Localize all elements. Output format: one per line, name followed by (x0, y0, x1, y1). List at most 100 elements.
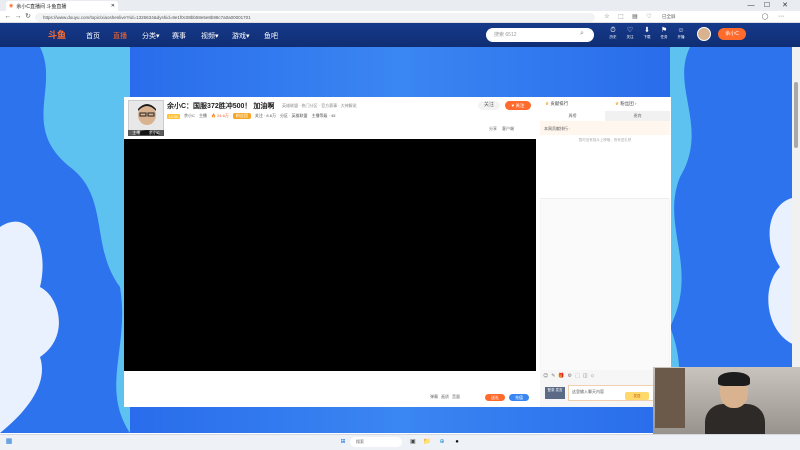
nav-home[interactable]: 首页 (86, 31, 100, 41)
room-title: 余小C：国服372胜冲500！ 加油啊 (167, 103, 275, 110)
tab-rank-label: 贡献排行 (550, 101, 569, 106)
history-label: 历史 (609, 35, 617, 39)
follow-nav-button[interactable]: ♡ 关注 (623, 26, 637, 40)
tab-top-label: 粉丝团 › (620, 101, 637, 106)
chat-toolbar: 😊 ✎ 🎁 ⚙ ⬚ ◫ ⬦ (543, 373, 594, 379)
emoji-icon[interactable]: 😊 (543, 373, 548, 379)
recharge-button[interactable]: 充值 (509, 394, 529, 401)
nav-category[interactable]: 分类▾ (142, 31, 160, 41)
video-player[interactable] (124, 139, 536, 371)
guard-row: 本周贡献排行 · (540, 121, 670, 135)
favorites-icon[interactable]: ♡ (644, 12, 654, 22)
history-button[interactable]: ⏱ 历史 (606, 26, 620, 40)
meta-zone[interactable]: 分区 · 英雄联盟 (280, 113, 308, 119)
back-button[interactable]: ← (3, 12, 13, 22)
volume-toggle[interactable]: 音量 (452, 394, 460, 400)
player-bottom-bar (124, 371, 536, 407)
follow-count: 关注 (478, 101, 500, 110)
taskbar-search[interactable]: 搜索 (350, 437, 402, 447)
subtab-vip[interactable]: 贵宾 (605, 111, 670, 121)
broadcast-label: 开播 (677, 35, 685, 39)
share-button[interactable]: 分享 (489, 126, 497, 132)
douyu-logo[interactable]: 斗鱼 (48, 28, 66, 41)
gift-icon[interactable]: 🎁 (558, 373, 564, 379)
player-controls: 弹幕 画质 音量 (430, 394, 460, 400)
send-gift-button[interactable]: 送礼 (485, 394, 505, 401)
meta-role: 主播 (198, 113, 207, 118)
scrollbar-thumb[interactable] (794, 82, 798, 148)
room-tools: 分享 客户端 (489, 126, 514, 132)
widgets-icon[interactable]: ▦ (4, 437, 14, 447)
follow-nav-label: 关注 (626, 35, 634, 39)
profile-icon[interactable]: ◯ (760, 12, 770, 22)
menu-icon[interactable]: ⋯ (776, 12, 786, 22)
nav-events[interactable]: 赛事 (172, 31, 186, 41)
follow-button[interactable]: ♥ 关注 (505, 101, 531, 110)
download-label: 下载 (643, 35, 651, 39)
rank-subtabs: 周榜 贵宾 (540, 111, 670, 121)
level-chip: LV30 (167, 113, 181, 119)
nav-games[interactable]: 游戏▾ (232, 31, 250, 41)
user-avatar[interactable] (697, 27, 711, 41)
empty-rank-tip: 暂时没有观众上榜哦，快来送礼吧 (578, 138, 632, 142)
task-button[interactable]: ⚑ 任务 (657, 26, 671, 40)
avatar-label-bar: 主播 余小C (128, 130, 164, 136)
chat-messages[interactable] (541, 198, 669, 370)
download-icon: ⬇ (644, 27, 650, 34)
quality-toggle[interactable]: 画质 (441, 394, 449, 400)
subtab-week[interactable]: 周榜 (540, 111, 605, 121)
danmu-toggle[interactable]: 弹幕 (430, 394, 438, 400)
webcam-background-door (655, 368, 685, 428)
flag-icon: ⚑ (660, 27, 668, 34)
url-field[interactable]: https://www.douyu.com/topic/xiaoshenlive… (35, 12, 595, 22)
star-icon[interactable]: ☆ (602, 12, 612, 22)
tab-contribution-rank[interactable]: ♛ 贡献排行 (545, 101, 568, 107)
panel-icon[interactable]: ◫ (583, 373, 588, 379)
fullscreen-status: 已全屏 (662, 14, 676, 19)
search-icon[interactable]: ⌕ (580, 30, 584, 38)
reading-icon[interactable]: ▤ (630, 12, 640, 22)
close-window-button[interactable]: ✕ (778, 0, 792, 11)
settings-icon[interactable]: ⚙ (568, 373, 572, 379)
tab-title: 余小C直播间 斗鱼直播 (16, 3, 67, 10)
history-icon: ⏱ (610, 27, 616, 34)
minimize-button[interactable]: — (744, 0, 758, 11)
tab-close-icon[interactable]: ✕ (111, 3, 115, 9)
app-icon[interactable]: ● (452, 437, 462, 447)
meta-name: 余小C (184, 113, 195, 118)
start-icon[interactable]: ⊞ (338, 437, 348, 447)
heart-icon: ♡ (626, 27, 634, 34)
client-button[interactable]: 客户端 (502, 126, 514, 132)
pen-icon[interactable]: ✎ (551, 373, 555, 379)
task-view-icon[interactable]: ▣ (408, 437, 418, 447)
browser-tab[interactable]: ◉ 余小C直播间 斗鱼直播 ✕ (6, 1, 118, 11)
avatar-label-name: 余小C (148, 130, 160, 135)
edge-icon[interactable]: ⊕ (437, 437, 447, 447)
maximize-button[interactable]: ☐ (760, 0, 774, 11)
tab-fan-club[interactable]: ♛ 粉丝团 › (615, 101, 637, 107)
search-input[interactable]: 搜索 6512 (486, 28, 594, 42)
file-explorer-icon[interactable]: 📁 (422, 437, 432, 447)
download-button[interactable]: ⬇ 下载 (640, 26, 654, 40)
avatar-label-role: 主播 (132, 130, 141, 135)
extensions-icon[interactable]: ⬚ (616, 12, 626, 22)
chat-send-button[interactable]: 发送 (625, 392, 649, 400)
gem-icon[interactable]: ⬦ (591, 373, 595, 379)
forward-button[interactable]: → (13, 12, 23, 22)
favicon-icon: ◉ (9, 3, 14, 9)
meta-level: 主播等级 · 45 (311, 113, 336, 118)
broadcast-icon: ☺ (677, 27, 685, 34)
login-to-chat-tag[interactable]: 登录 发言 (545, 387, 565, 399)
browser-tabbar (0, 0, 800, 11)
user-name-button[interactable]: 余小C (718, 28, 746, 40)
nav-video[interactable]: 视频▾ (201, 31, 219, 41)
broadcast-button[interactable]: ☺ 开播 (674, 26, 688, 40)
room-category[interactable]: 英雄联盟 · 热门分区 · 官方赛事 · 大神解说 (282, 103, 357, 109)
box-icon[interactable]: ⬚ (575, 373, 580, 379)
refresh-button[interactable]: ↻ (23, 12, 33, 22)
fans-badge[interactable]: 粉丝团 (232, 113, 251, 119)
task-label: 任务 (660, 35, 668, 39)
cloud-left-decor (0, 47, 130, 433)
nav-yuba[interactable]: 鱼吧 (264, 31, 278, 41)
nav-live[interactable]: 直播 (113, 31, 127, 41)
